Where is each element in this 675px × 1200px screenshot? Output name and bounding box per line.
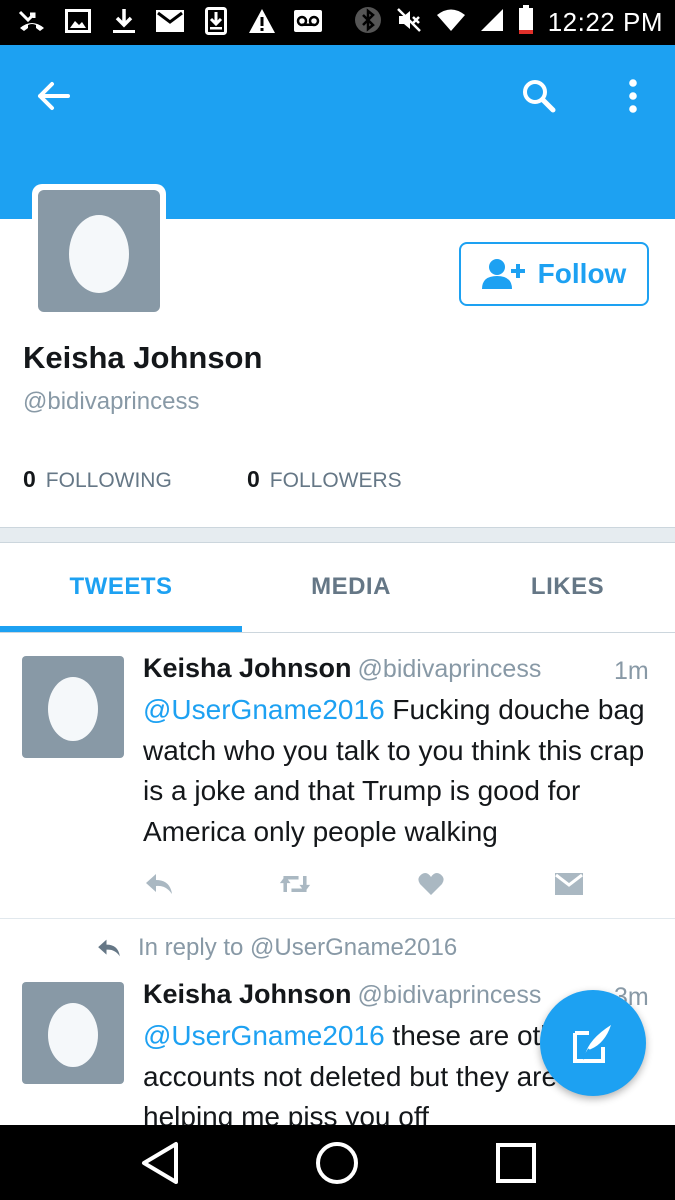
tweet-mention[interactable]: @UserGname2016 [143, 694, 385, 725]
following-stat[interactable]: 0 FOLLOWING [23, 466, 172, 493]
default-egg-icon [48, 1003, 98, 1067]
compose-tweet-button[interactable] [540, 990, 646, 1096]
mute-icon [396, 7, 422, 38]
tweet-separator [0, 918, 675, 919]
signal-icon [480, 8, 504, 37]
search-button[interactable] [514, 71, 564, 121]
system-navigation-bar [0, 1125, 675, 1200]
follow-label: Follow [537, 258, 627, 289]
clock: 12:22 PM [547, 7, 663, 37]
wifi-icon [436, 8, 466, 37]
reply-icon [98, 939, 120, 957]
reply-icon [146, 874, 172, 894]
nav-recents-button[interactable] [490, 1137, 542, 1189]
tweet-mention[interactable]: @UserGname2016 [143, 1020, 385, 1051]
more-options-button[interactable] [608, 71, 658, 121]
tweet-author-name: Keisha Johnson [143, 979, 352, 1009]
tweet-avatar[interactable] [22, 982, 124, 1084]
voicemail-icon [294, 6, 322, 36]
download-icon [110, 6, 138, 36]
follow-button[interactable]: Follow [459, 242, 649, 306]
retweet-icon [279, 876, 311, 892]
recents-square-icon [496, 1143, 536, 1183]
warning-icon [248, 6, 276, 36]
envelope-icon [555, 873, 583, 895]
following-count: 0 [23, 466, 36, 492]
followers-stat[interactable]: 0 FOLLOWERS [247, 466, 402, 493]
tab-media[interactable]: MEDIA [242, 543, 460, 631]
tweet-author-name: Keisha Johnson [143, 653, 352, 683]
default-egg-icon [69, 215, 129, 293]
bluetooth-icon [354, 6, 382, 39]
direct-message-button[interactable] [553, 868, 585, 900]
tweet-timestamp: 1m [614, 657, 649, 685]
tweet-author-handle: @bidivaprincess [357, 655, 542, 683]
heart-icon [418, 873, 444, 895]
profile-handle: @bidivaprincess [23, 388, 200, 415]
reply-context-text: In reply to @UserGname2016 [138, 934, 458, 961]
back-button[interactable] [28, 71, 78, 121]
search-icon [523, 80, 556, 113]
tab-likes[interactable]: LIKES [460, 543, 675, 631]
image-icon [64, 6, 92, 36]
profile-tabs: TWEETS MEDIA LIKES [0, 543, 675, 633]
like-button[interactable] [415, 868, 447, 900]
profile-name: Keisha Johnson [23, 340, 263, 375]
home-circle-icon [316, 1142, 358, 1184]
status-bar: 12:22 PM [0, 0, 675, 45]
retweet-button[interactable] [279, 868, 311, 900]
download-box-icon [202, 6, 230, 36]
profile-avatar[interactable] [32, 184, 166, 318]
reply-context[interactable]: In reply to @UserGname2016 [96, 934, 457, 962]
section-divider [0, 527, 675, 543]
tweet-header: Keisha Johnson @bidivaprincess [143, 979, 541, 1010]
tab-tweets[interactable]: TWEETS [0, 543, 242, 631]
missed-call-icon [18, 6, 46, 36]
followers-label: FOLLOWERS [269, 469, 402, 492]
tweet-text: @UserGname2016 Fucking douche bag watch … [143, 690, 648, 852]
add-user-icon [481, 259, 525, 289]
nav-home-button[interactable] [311, 1137, 363, 1189]
more-vertical-icon [629, 79, 637, 113]
followers-count: 0 [247, 466, 260, 492]
arrow-left-icon [38, 82, 70, 110]
following-label: FOLLOWING [45, 469, 172, 492]
tweet-actions [143, 868, 613, 900]
nav-back-button[interactable] [134, 1137, 186, 1189]
reply-button[interactable] [143, 868, 175, 900]
tweet-header: Keisha Johnson @bidivaprincess [143, 653, 541, 684]
default-egg-icon [48, 677, 98, 741]
compose-tweet-icon [573, 1025, 611, 1063]
tweet-author-handle: @bidivaprincess [357, 981, 542, 1009]
email-icon [156, 6, 184, 36]
battery-icon [518, 5, 534, 40]
tweet-avatar[interactable] [22, 656, 124, 758]
back-triangle-icon [142, 1142, 178, 1184]
active-tab-indicator [0, 626, 242, 632]
